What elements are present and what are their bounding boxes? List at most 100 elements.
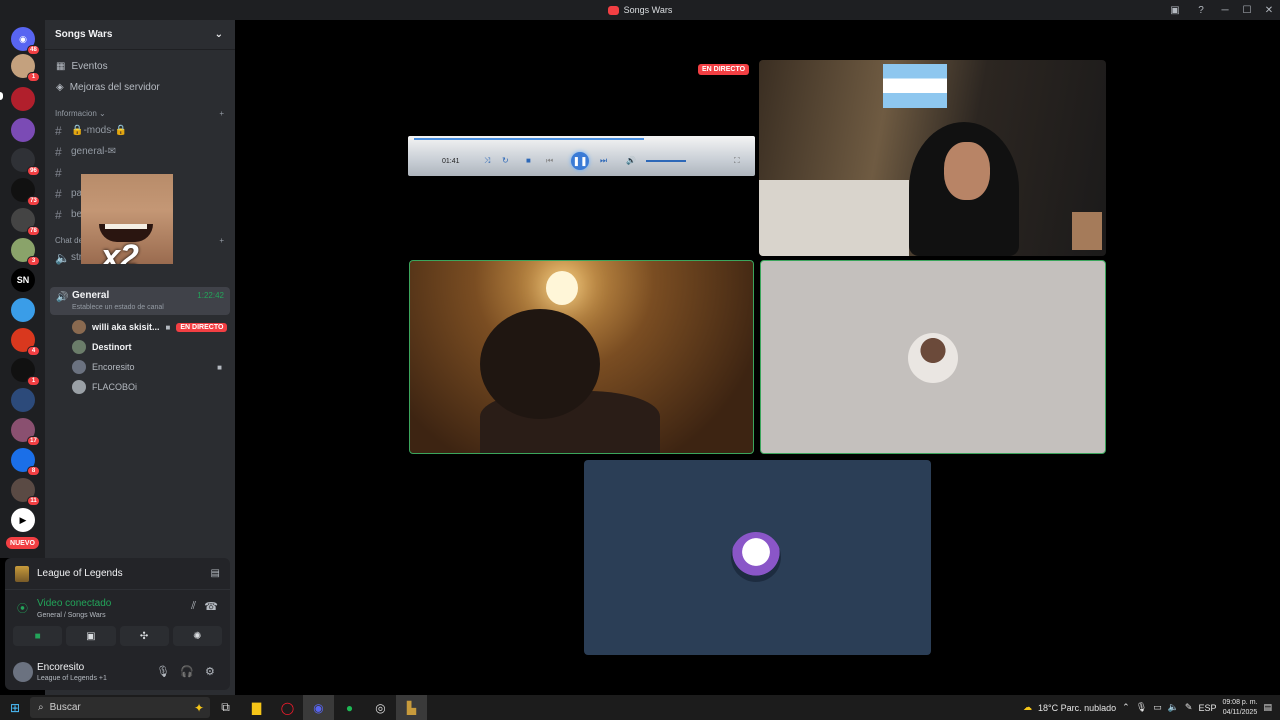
server-icon-sn[interactable]: SN xyxy=(11,268,35,292)
server-name: Songs Wars xyxy=(55,29,113,40)
events-item[interactable]: ▦ Eventos xyxy=(45,56,235,77)
voice-user[interactable]: Encoresito ■ xyxy=(72,358,222,376)
category-label: Informacion xyxy=(55,108,97,118)
server-header[interactable]: Songs Wars ⌄ xyxy=(45,20,235,50)
media-player-stream[interactable]: 01:41 ⤨ ↻ ■ ⏮ ❚❚ ⏭ 🔊 ⛶ xyxy=(408,136,755,176)
server-icon[interactable]: 3 xyxy=(11,238,40,266)
channel-general[interactable]: # general-✉ xyxy=(45,141,235,162)
pen-icon[interactable]: ✎ xyxy=(1185,702,1193,713)
league-of-legends-icon[interactable]: ▙ xyxy=(396,695,427,720)
add-channel-icon[interactable]: + xyxy=(219,236,224,245)
windows-start-icon[interactable]: ⊞ xyxy=(0,695,30,720)
player-time: 01:41 xyxy=(442,158,460,165)
previous-icon[interactable]: ⏮ xyxy=(546,156,553,166)
direct-messages-icon[interactable]: ◉ 48 xyxy=(11,27,40,55)
system-tray: ☁ 18°C Parc. nublado ⌃ 🎙 ▭ 🔈 ✎ ESP 09:08… xyxy=(1023,695,1280,720)
notifications-icon[interactable]: ▤ xyxy=(1263,702,1272,713)
volume-icon[interactable]: 🔈 xyxy=(1168,702,1179,713)
obs-icon[interactable]: ◎ xyxy=(365,695,396,720)
server-boosts-item[interactable]: ◈ Mejoras del servidor xyxy=(45,77,235,98)
video-tile-streamer[interactable] xyxy=(759,60,1106,256)
fullscreen-icon[interactable]: ⛶ xyxy=(734,156,740,166)
title-bar: Songs Wars ▣ ? ─ ☐ ✕ xyxy=(0,0,1280,20)
server-icon[interactable]: 78 xyxy=(11,208,40,236)
voice-user[interactable]: willi aka skisit... ■ EN DIRECTO xyxy=(72,318,228,336)
server-icon-songs-wars[interactable] xyxy=(11,87,35,111)
camera-button[interactable]: ■ xyxy=(13,626,63,646)
close-button[interactable]: ✕ xyxy=(1258,0,1280,20)
task-view-icon[interactable]: ⧉ xyxy=(210,695,241,720)
channel-mods[interactable]: # 🔒-mods-🔒 xyxy=(45,120,235,141)
voice-user-name: FLACOBOi xyxy=(92,382,138,392)
repeat-icon[interactable]: ↻ xyxy=(502,156,509,165)
rail-badge: 73 xyxy=(27,196,40,206)
activity-row[interactable]: League of Legends ▤ xyxy=(5,558,230,590)
volume-slider[interactable] xyxy=(646,160,686,162)
chevron-up-icon[interactable]: ⌃ xyxy=(1122,702,1130,713)
player-progress-bar[interactable] xyxy=(414,138,644,140)
minimize-button[interactable]: ─ xyxy=(1214,0,1236,20)
video-tile-avatar[interactable] xyxy=(584,460,931,655)
clock-date: 04/11/2025 xyxy=(1222,708,1258,716)
rail-badge: 1 xyxy=(27,376,40,386)
server-icon[interactable]: 17 xyxy=(11,418,40,446)
server-icon[interactable]: 73 xyxy=(11,178,40,206)
network-icon[interactable]: ▭ xyxy=(1153,702,1162,713)
connection-location[interactable]: General / Songs Wars xyxy=(37,612,106,619)
discord-icon[interactable]: ◉ xyxy=(303,695,334,720)
hash-icon: # xyxy=(55,207,62,222)
headphones-icon[interactable]: 🎧 xyxy=(180,665,194,678)
server-icon[interactable]: 96 xyxy=(11,148,40,176)
opera-icon[interactable]: ◯ xyxy=(272,695,303,720)
taskbar-search[interactable]: ⌕ Buscar ✦ xyxy=(30,697,210,718)
signal-icon[interactable]: ⦿ xyxy=(17,600,28,616)
video-tile-webcam[interactable] xyxy=(409,260,754,454)
voice-user[interactable]: Destinort xyxy=(72,338,132,356)
screen-share-icon[interactable]: ▣ xyxy=(1162,0,1188,20)
server-icon[interactable]: 1 xyxy=(11,358,40,386)
volume-icon[interactable]: 🔊 xyxy=(626,156,636,165)
stop-icon[interactable]: ■ xyxy=(526,156,531,165)
weather-icon[interactable]: ☁ xyxy=(1023,702,1032,713)
server-icon[interactable]: 1 xyxy=(11,54,40,82)
pause-icon[interactable]: ❚❚ xyxy=(571,152,589,170)
server-icon[interactable]: 8 xyxy=(11,448,40,476)
disconnect-icon[interactable]: ☎ xyxy=(204,600,218,613)
speaker-icon: 🔈 xyxy=(55,250,70,265)
avatar[interactable] xyxy=(13,662,33,682)
clock[interactable]: 09:08 p. m. 04/11/2025 xyxy=(1222,698,1257,718)
settings-gear-icon[interactable]: ⚙ xyxy=(205,665,215,678)
server-icon[interactable]: 4 xyxy=(11,328,40,356)
voice-channel-general[interactable]: 🔊 General Establece un estado de canal 1… xyxy=(50,287,230,315)
user-status: League of Legends +1 xyxy=(37,675,107,682)
video-tile-avatar[interactable] xyxy=(760,260,1106,454)
microphone-icon[interactable]: 🎙 xyxy=(1136,702,1147,713)
weather-text[interactable]: 18°C Parc. nublado xyxy=(1038,703,1116,713)
activities-button[interactable]: ✣ xyxy=(119,626,169,646)
youtube-server-icon[interactable]: ▶ xyxy=(11,508,35,532)
category-info[interactable]: Informacion ⌄ + xyxy=(45,106,235,120)
channel-status[interactable]: Establece un estado de canal xyxy=(72,304,164,311)
next-icon[interactable]: ⏭ xyxy=(600,156,607,166)
rail-badge: 3 xyxy=(27,256,40,266)
spotify-icon[interactable]: ● xyxy=(334,695,365,720)
hash-icon: # xyxy=(55,186,62,201)
help-icon[interactable]: ? xyxy=(1188,0,1214,20)
lamp-image xyxy=(546,271,578,305)
add-channel-icon[interactable]: + xyxy=(219,109,224,118)
microphone-icon[interactable]: 🎙 xyxy=(156,665,170,678)
user-info: Encoresito League of Legends +1 🎙 🎧 ⚙ xyxy=(5,654,230,690)
server-icon[interactable] xyxy=(11,388,35,412)
maximize-button[interactable]: ☐ xyxy=(1236,0,1258,20)
voice-user[interactable]: FLACOBOi xyxy=(72,378,137,396)
server-icon[interactable] xyxy=(11,118,35,142)
screen-share-button[interactable]: ▣ xyxy=(66,626,116,646)
language-indicator[interactable]: ESP xyxy=(1198,703,1216,713)
soundboard-button[interactable]: ✺ xyxy=(172,626,222,646)
game-overlay-icon[interactable]: ▤ xyxy=(211,568,220,579)
noise-suppression-icon[interactable]: ⫽ xyxy=(191,600,196,613)
server-icon[interactable] xyxy=(11,298,35,322)
file-explorer-icon[interactable]: ▇ xyxy=(241,695,272,720)
shuffle-icon[interactable]: ⤨ xyxy=(484,156,490,166)
server-icon[interactable]: 11 xyxy=(11,478,40,506)
